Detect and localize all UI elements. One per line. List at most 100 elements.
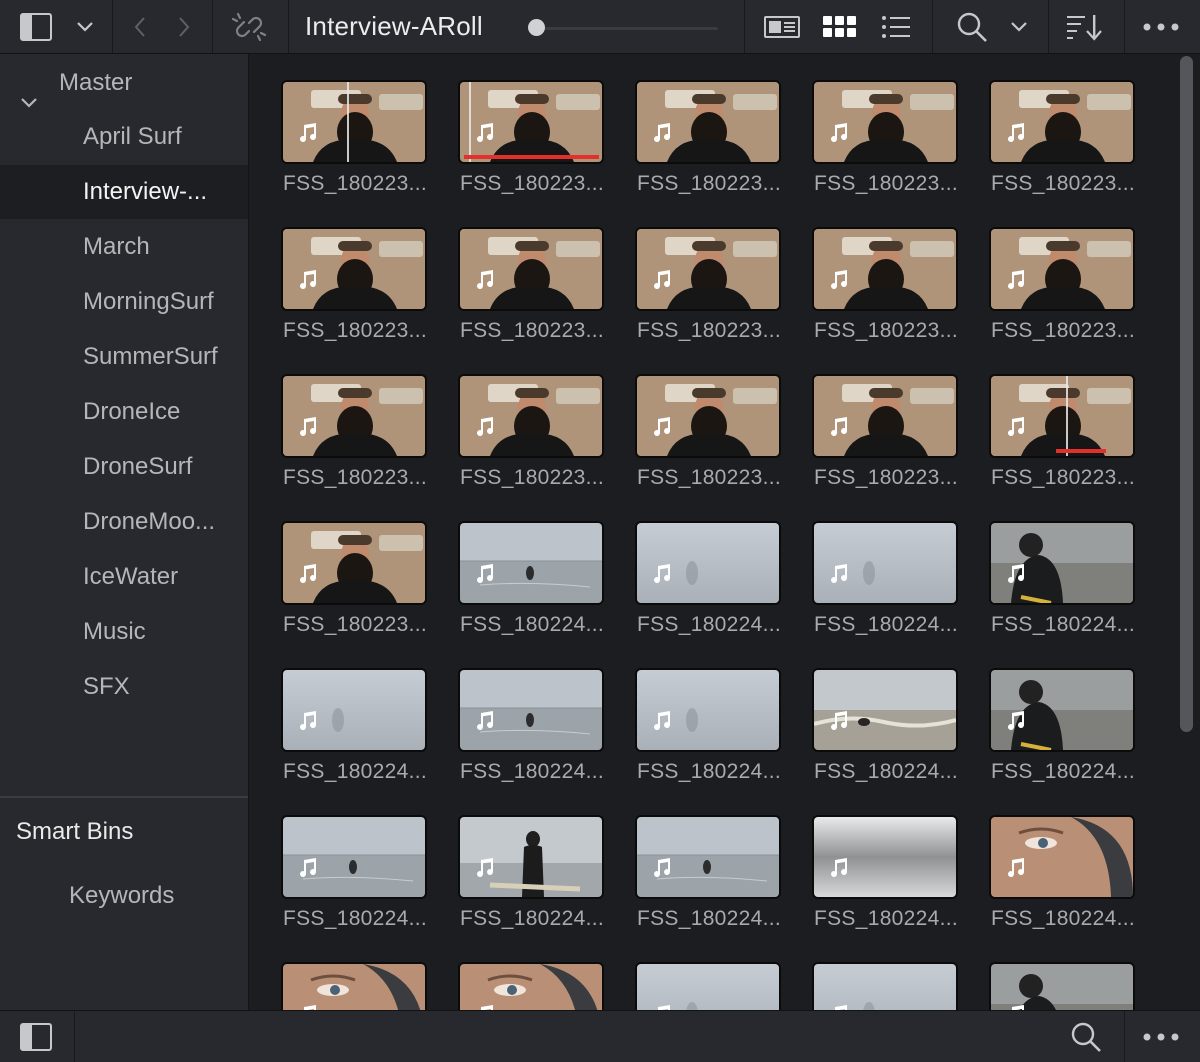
metadata-view-icon[interactable]: [760, 0, 804, 53]
clip-thumbnail[interactable]: [989, 815, 1135, 899]
clip-item[interactable]: [957, 936, 1135, 1010]
clip-thumbnail[interactable]: [812, 668, 958, 752]
clip-item[interactable]: FSS_180223...: [249, 201, 427, 342]
search-icon[interactable]: [952, 0, 992, 53]
clip-thumbnail[interactable]: [458, 227, 604, 311]
thumbnail-view-icon[interactable]: [818, 0, 862, 53]
clip-thumbnail[interactable]: [458, 815, 604, 899]
clip-thumbnail[interactable]: [635, 80, 781, 164]
clip-item[interactable]: FSS_180223...: [957, 348, 1135, 489]
clip-item[interactable]: FSS_180224...: [957, 789, 1135, 930]
clip-item[interactable]: FSS_180224...: [780, 495, 958, 636]
clip-thumbnail[interactable]: [635, 521, 781, 605]
clip-item[interactable]: FSS_180223...: [603, 54, 781, 195]
clip-thumbnail[interactable]: [458, 668, 604, 752]
clip-item[interactable]: [249, 936, 427, 1010]
clip-thumbnail[interactable]: [458, 80, 604, 164]
sidebar-bin-item[interactable]: DroneSurf: [0, 440, 248, 494]
clip-thumbnail[interactable]: [989, 668, 1135, 752]
sidebar-bin-item[interactable]: April Surf: [0, 110, 248, 164]
sidebar-bin-item[interactable]: IceWater: [0, 550, 248, 604]
clip-thumbnail[interactable]: [281, 668, 427, 752]
chevron-down-icon[interactable]: [20, 75, 38, 108]
sort-icon[interactable]: [1062, 0, 1108, 53]
clip-item[interactable]: FSS_180224...: [957, 495, 1135, 636]
clip-item[interactable]: FSS_180224...: [603, 495, 781, 636]
clip-item[interactable]: FSS_180224...: [426, 495, 604, 636]
clip-item[interactable]: FSS_180223...: [603, 348, 781, 489]
clip-thumbnail[interactable]: [281, 374, 427, 458]
clip-thumbnail[interactable]: [812, 521, 958, 605]
clip-item[interactable]: FSS_180224...: [957, 642, 1135, 783]
sidebar-bin-item[interactable]: Interview-...: [0, 165, 248, 219]
smart-bin-keywords[interactable]: Keywords: [69, 882, 174, 910]
unlink-icon[interactable]: [226, 0, 272, 53]
clip-thumbnail[interactable]: [812, 815, 958, 899]
clip-thumbnail[interactable]: [458, 374, 604, 458]
sidebar-bin-item[interactable]: DroneMoo...: [0, 495, 248, 549]
clip-item[interactable]: FSS_180224...: [249, 789, 427, 930]
clip-item[interactable]: FSS_180223...: [780, 54, 958, 195]
clip-item[interactable]: FSS_180223...: [426, 348, 604, 489]
clip-thumbnail[interactable]: [281, 80, 427, 164]
clip-item[interactable]: FSS_180223...: [249, 495, 427, 636]
sidebar-toggle-icon[interactable]: [14, 0, 58, 53]
more-options-icon[interactable]: [1138, 1011, 1184, 1062]
clip-thumbnail[interactable]: [812, 374, 958, 458]
clip-thumbnail[interactable]: [989, 521, 1135, 605]
clip-thumbnail[interactable]: [635, 815, 781, 899]
back-arrow-icon[interactable]: [126, 0, 154, 53]
clip-thumbnail[interactable]: [458, 962, 604, 1010]
clip-item[interactable]: FSS_180224...: [603, 789, 781, 930]
clip-thumbnail[interactable]: [458, 521, 604, 605]
clip-thumbnail[interactable]: [635, 227, 781, 311]
clip-item[interactable]: FSS_180224...: [603, 642, 781, 783]
clip-item[interactable]: FSS_180223...: [957, 54, 1135, 195]
more-options-icon[interactable]: [1138, 0, 1184, 53]
clip-thumbnail[interactable]: [281, 521, 427, 605]
list-view-icon[interactable]: [876, 0, 916, 53]
clip-item[interactable]: FSS_180223...: [780, 348, 958, 489]
clip-item[interactable]: FSS_180224...: [780, 789, 958, 930]
clip-thumbnail[interactable]: [281, 962, 427, 1010]
clip-item[interactable]: FSS_180223...: [426, 54, 604, 195]
clip-item[interactable]: FSS_180224...: [249, 642, 427, 783]
clip-item[interactable]: FSS_180223...: [957, 201, 1135, 342]
chevron-down-icon[interactable]: [1004, 0, 1034, 53]
clip-item[interactable]: FSS_180223...: [249, 348, 427, 489]
sidebar-toggle-icon[interactable]: [14, 1011, 58, 1062]
clip-item[interactable]: FSS_180223...: [780, 201, 958, 342]
clip-item[interactable]: FSS_180223...: [603, 201, 781, 342]
clip-item[interactable]: FSS_180223...: [249, 54, 427, 195]
clip-thumbnail[interactable]: [281, 815, 427, 899]
clip-thumbnail[interactable]: [989, 80, 1135, 164]
sidebar-bin-item[interactable]: MorningSurf: [0, 275, 248, 329]
clip-thumbnail[interactable]: [812, 227, 958, 311]
clip-thumbnail[interactable]: [635, 962, 781, 1010]
sidebar-bin-item[interactable]: March: [0, 220, 248, 274]
clip-item[interactable]: [603, 936, 781, 1010]
clip-item[interactable]: [780, 936, 958, 1010]
sidebar-bin-item[interactable]: SFX: [0, 660, 248, 714]
sidebar-bin-item[interactable]: SummerSurf: [0, 330, 248, 384]
clip-thumbnail[interactable]: [812, 80, 958, 164]
clip-item[interactable]: [426, 936, 604, 1010]
sidebar-bin-item[interactable]: DroneIce: [0, 385, 248, 439]
clip-item[interactable]: FSS_180224...: [426, 642, 604, 783]
clip-item[interactable]: FSS_180224...: [780, 642, 958, 783]
chevron-down-icon[interactable]: [70, 0, 100, 53]
clip-thumbnail[interactable]: [635, 668, 781, 752]
clip-thumbnail[interactable]: [281, 227, 427, 311]
smart-bins-header[interactable]: Smart Bins: [16, 818, 133, 846]
thumbnail-zoom-slider-handle[interactable]: [528, 19, 545, 36]
clip-thumbnail[interactable]: [635, 374, 781, 458]
clip-thumbnail[interactable]: [989, 962, 1135, 1010]
clip-thumbnail[interactable]: [812, 962, 958, 1010]
clip-thumbnail[interactable]: [989, 374, 1135, 458]
thumbnail-zoom-slider-track[interactable]: [528, 27, 718, 30]
clip-item[interactable]: FSS_180223...: [426, 201, 604, 342]
clip-item[interactable]: FSS_180224...: [426, 789, 604, 930]
master-bin[interactable]: Master: [0, 56, 248, 110]
search-icon[interactable]: [1066, 1011, 1106, 1062]
sidebar-bin-item[interactable]: Music: [0, 605, 248, 659]
